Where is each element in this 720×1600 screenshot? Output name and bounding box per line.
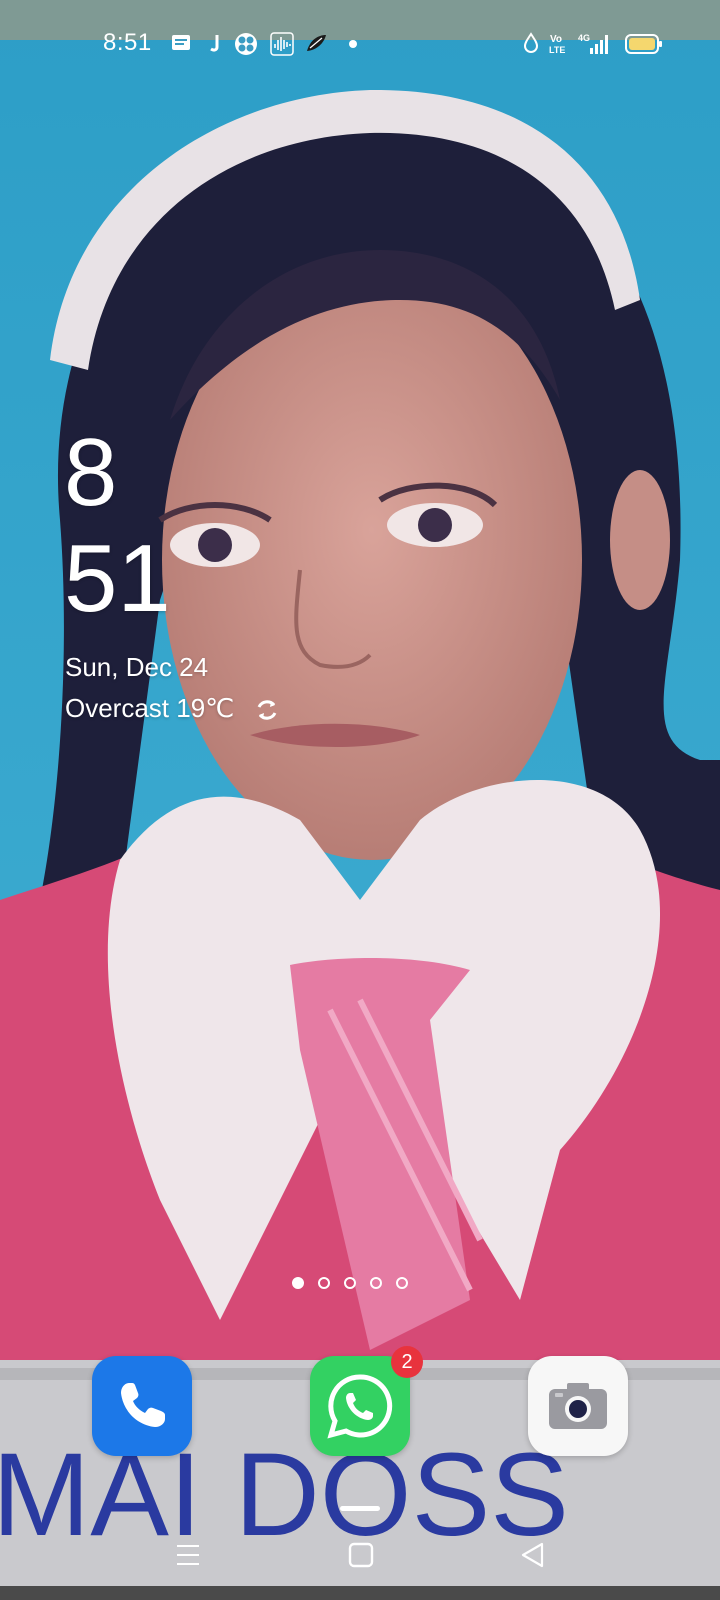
page-dot[interactable] [318, 1277, 330, 1289]
status-time: 8:51 [103, 29, 152, 56]
j-app-icon [210, 35, 219, 52]
dot-icon [349, 40, 357, 48]
home-indicator[interactable] [340, 1506, 380, 1511]
data-saver-icon [523, 32, 539, 53]
page-indicator[interactable] [292, 1277, 408, 1289]
notification-badge: 2 [391, 1346, 423, 1378]
svg-text:LTE: LTE [549, 45, 565, 55]
whatsapp-icon [327, 1374, 393, 1439]
signal-4g-icon: 4G [578, 33, 608, 54]
camera-app-icon[interactable] [528, 1356, 628, 1456]
page-dot[interactable] [370, 1277, 382, 1289]
camera-icon [549, 1383, 607, 1429]
network-label: 4G [578, 33, 590, 43]
home-button-icon[interactable] [348, 1542, 374, 1568]
page-dot[interactable] [344, 1277, 356, 1289]
phone-app-icon[interactable] [92, 1356, 192, 1456]
phone-icon [121, 1383, 165, 1427]
screen-edge [0, 1586, 720, 1600]
message-icon [172, 35, 190, 50]
clock-date[interactable]: Sun, Dec 24 [65, 652, 208, 683]
page-dot[interactable] [292, 1277, 304, 1289]
volte-icon: VoLTE [549, 34, 565, 55]
clock-hour[interactable]: 8 [64, 425, 117, 521]
weather-text[interactable]: Overcast 19℃ [65, 693, 234, 724]
page-dot[interactable] [396, 1277, 408, 1289]
status-bar: 8:51 Vo LTE 4G [0, 24, 720, 64]
sound-wave-icon [270, 32, 294, 56]
clock-minute[interactable]: 51 [64, 531, 171, 627]
battery-icon [625, 34, 662, 54]
feather-icon [307, 35, 326, 51]
recents-icon[interactable] [175, 1542, 201, 1568]
navigation-bar [0, 1530, 720, 1586]
home-screen: MAI DOSS 8:51 Vo LTE 4G 8 51 Sun, Dec 24 … [0, 0, 720, 1600]
refresh-icon[interactable] [254, 697, 280, 723]
svg-text:Vo: Vo [550, 34, 562, 45]
fan-icon [235, 33, 257, 55]
back-icon[interactable] [520, 1542, 546, 1568]
